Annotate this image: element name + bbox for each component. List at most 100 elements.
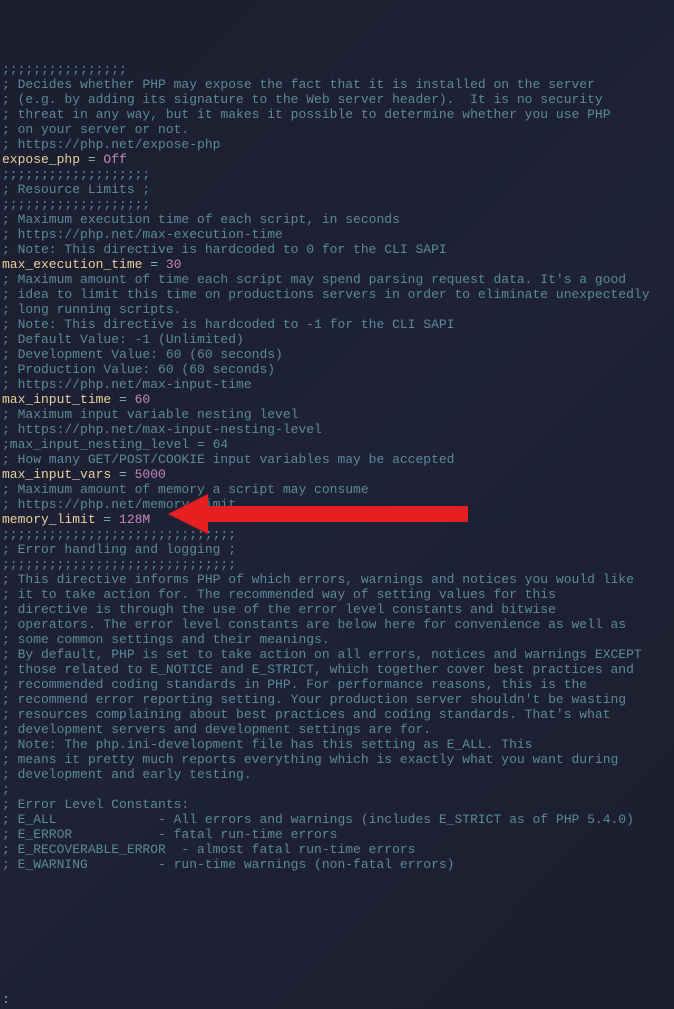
ini-value: Off [103, 152, 126, 167]
comment-text: ;;;;;;;;;;;;;;;;;;; [2, 167, 150, 182]
comment-text: ; Note: This directive is hardcoded to -… [2, 317, 454, 332]
comment-text: ; Resource Limits ; [2, 182, 150, 197]
code-line: ; Error Level Constants: [2, 797, 672, 812]
comment-text: ; operators. The error level constants a… [2, 617, 626, 632]
ini-value: 5000 [135, 467, 166, 482]
comment-text: ; Production Value: 60 (60 seconds) [2, 362, 275, 377]
code-line: ; recommend error reporting setting. You… [2, 692, 672, 707]
code-line: ;;;;;;;;;;;;;;;;;;; [2, 197, 672, 212]
ini-value: 60 [135, 392, 151, 407]
code-line: ; [2, 782, 672, 797]
code-line: ; Maximum amount of time each script may… [2, 272, 672, 287]
code-view[interactable]: ;;;;;;;;;;;;;;;;; Decides whether PHP ma… [2, 62, 672, 872]
ini-value: 30 [166, 257, 182, 272]
code-line: ; https://php.net/expose-php [2, 137, 672, 152]
code-line: ;max_input_nesting_level = 64 [2, 437, 672, 452]
code-line: ; it to take action for. The recommended… [2, 587, 672, 602]
equals-sign: = [111, 467, 134, 482]
comment-text: ;;;;;;;;;;;;;;;;;;;;;;;;;;;;;; [2, 527, 236, 542]
code-line: ; means it pretty much reports everythin… [2, 752, 672, 767]
code-line: memory_limit = 128M [2, 512, 672, 527]
code-line: ; resources complaining about best pract… [2, 707, 672, 722]
code-line: ; Note: This directive is hardcoded to -… [2, 317, 672, 332]
comment-text: ; (e.g. by adding its signature to the W… [2, 92, 603, 107]
equals-sign: = [142, 257, 165, 272]
comment-text: ; https://php.net/expose-php [2, 137, 220, 152]
code-line: ; some common settings and their meaning… [2, 632, 672, 647]
code-line: ; Error handling and logging ; [2, 542, 672, 557]
code-line: ; Note: This directive is hardcoded to 0… [2, 242, 672, 257]
comment-text: ; it to take action for. The recommended… [2, 587, 556, 602]
code-line: ; operators. The error level constants a… [2, 617, 672, 632]
code-line: ; E_ALL - All errors and warnings (inclu… [2, 812, 672, 827]
code-line: ; https://php.net/max-execution-time [2, 227, 672, 242]
comment-text: ; those related to E_NOTICE and E_STRICT… [2, 662, 634, 677]
ini-key: max_execution_time [2, 257, 142, 272]
comment-text: ; Note: This directive is hardcoded to 0… [2, 242, 447, 257]
comment-text: ; https://php.net/max-execution-time [2, 227, 283, 242]
comment-text: ; threat in any way, but it makes it pos… [2, 107, 611, 122]
code-line: ; https://php.net/memory-limit [2, 497, 672, 512]
comment-text: ; Decides whether PHP may expose the fac… [2, 77, 595, 92]
status-line[interactable]: : [2, 992, 10, 1007]
comment-text: ; Error handling and logging ; [2, 542, 236, 557]
code-line: ; idea to limit this time on productions… [2, 287, 672, 302]
comment-text: ; directive is through the use of the er… [2, 602, 556, 617]
comment-text: ; development servers and development se… [2, 722, 431, 737]
code-line: ; Production Value: 60 (60 seconds) [2, 362, 672, 377]
code-line: ; By default, PHP is set to take action … [2, 647, 672, 662]
code-line: ; https://php.net/max-input-nesting-leve… [2, 422, 672, 437]
comment-text: ; Maximum execution time of each script,… [2, 212, 400, 227]
comment-text: ; https://php.net/max-input-time [2, 377, 252, 392]
code-line: ; development servers and development se… [2, 722, 672, 737]
comment-text: ; E_ERROR - fatal run-time errors [2, 827, 337, 842]
comment-text: ; some common settings and their meaning… [2, 632, 330, 647]
code-line: ; those related to E_NOTICE and E_STRICT… [2, 662, 672, 677]
comment-text: ; This directive informs PHP of which er… [2, 572, 634, 587]
code-line: max_execution_time = 30 [2, 257, 672, 272]
equals-sign: = [80, 152, 103, 167]
comment-text: ; E_RECOVERABLE_ERROR - almost fatal run… [2, 842, 415, 857]
comment-text: ; https://php.net/max-input-nesting-leve… [2, 422, 322, 437]
comment-text: ;;;;;;;;;;;;;;;;;;; [2, 197, 150, 212]
code-line: ; Default Value: -1 (Unlimited) [2, 332, 672, 347]
code-line: ; E_RECOVERABLE_ERROR - almost fatal run… [2, 842, 672, 857]
code-line: ;;;;;;;;;;;;;;;;;;;;;;;;;;;;;; [2, 527, 672, 542]
code-line: ; development and early testing. [2, 767, 672, 782]
comment-text: ; E_WARNING - run-time warnings (non-fat… [2, 857, 454, 872]
comment-text: ; How many GET/POST/COOKIE input variabl… [2, 452, 454, 467]
code-line: ; https://php.net/max-input-time [2, 377, 672, 392]
ini-key: max_input_vars [2, 467, 111, 482]
code-line: ; recommended coding standards in PHP. F… [2, 677, 672, 692]
code-line: ; E_ERROR - fatal run-time errors [2, 827, 672, 842]
code-line: ; threat in any way, but it makes it pos… [2, 107, 672, 122]
comment-text: ; recommended coding standards in PHP. F… [2, 677, 587, 692]
code-line: max_input_time = 60 [2, 392, 672, 407]
comment-text: ; Maximum amount of memory a script may … [2, 482, 369, 497]
comment-text: ; recommend error reporting setting. You… [2, 692, 626, 707]
code-line: ; Maximum input variable nesting level [2, 407, 672, 422]
comment-text: ; https://php.net/memory-limit [2, 497, 236, 512]
comment-text: ; on your server or not. [2, 122, 189, 137]
code-line: ; Maximum amount of memory a script may … [2, 482, 672, 497]
code-line: ; E_WARNING - run-time warnings (non-fat… [2, 857, 672, 872]
code-line: ;;;;;;;;;;;;;;;; [2, 62, 672, 77]
ini-key: memory_limit [2, 512, 96, 527]
code-line: ; This directive informs PHP of which er… [2, 572, 672, 587]
comment-text: ; Error Level Constants: [2, 797, 189, 812]
code-line: ; How many GET/POST/COOKIE input variabl… [2, 452, 672, 467]
comment-text: ; [2, 782, 10, 797]
ini-value: 128M [119, 512, 150, 527]
comment-text: ;;;;;;;;;;;;;;;;;;;;;;;;;;;;;; [2, 557, 236, 572]
comment-text: ; resources complaining about best pract… [2, 707, 611, 722]
code-line: ; (e.g. by adding its signature to the W… [2, 92, 672, 107]
comment-text: ; development and early testing. [2, 767, 252, 782]
comment-text: ; Default Value: -1 (Unlimited) [2, 332, 244, 347]
comment-text: ; E_ALL - All errors and warnings (inclu… [2, 812, 634, 827]
code-line: ;;;;;;;;;;;;;;;;;;; [2, 167, 672, 182]
code-line: ; Development Value: 60 (60 seconds) [2, 347, 672, 362]
ini-key: max_input_time [2, 392, 111, 407]
code-line: ;;;;;;;;;;;;;;;;;;;;;;;;;;;;;; [2, 557, 672, 572]
code-line: ; long running scripts. [2, 302, 672, 317]
code-line: ; Maximum execution time of each script,… [2, 212, 672, 227]
